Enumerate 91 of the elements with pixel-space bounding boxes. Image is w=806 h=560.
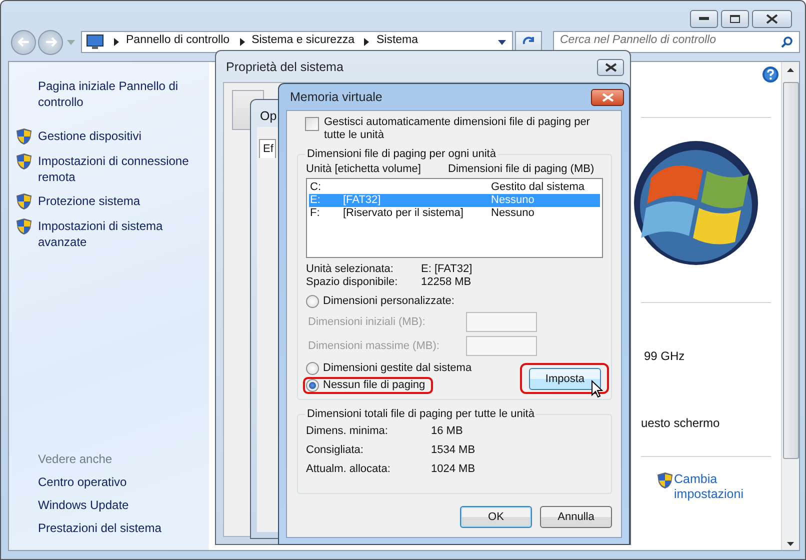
minimize-icon [699, 17, 709, 21]
back-button[interactable] [11, 30, 36, 54]
field-label: Dimensioni massime (MB): [308, 340, 440, 352]
maximize-icon [730, 15, 740, 23]
radio-button[interactable] [306, 379, 319, 392]
column-header: Dimensioni file di paging (MB) [448, 163, 594, 176]
volume-label: [Riservato per il sistema] [343, 207, 464, 219]
sidebar-link[interactable]: Gestione dispositivi [38, 128, 198, 144]
paging-size: Gestito dal sistema [491, 181, 585, 194]
shield-icon [16, 153, 32, 170]
search-field[interactable]: Cerca nel Pannello di controllo [553, 31, 800, 53]
list-row[interactable]: F: [Riservato per il sistema] Nessuno [309, 207, 600, 220]
sidebar-link[interactable]: Prestazioni del sistema [38, 520, 209, 536]
drive-letter: F: [309, 207, 321, 220]
drive-letter: E: [309, 194, 322, 207]
flag-logo-icon [631, 138, 761, 268]
chevron-icon[interactable] [364, 38, 370, 46]
arrow-left-icon [18, 37, 30, 47]
checkbox[interactable] [305, 117, 319, 131]
radio-label[interactable]: Nessun file di paging [323, 379, 426, 392]
mouse-pointer-icon [591, 380, 603, 398]
arrow-right-icon [44, 37, 56, 47]
total-label: Dimens. minima: [306, 425, 389, 438]
radio-label[interactable]: Dimensioni gestite dal sistema [323, 362, 472, 375]
section-heading: Vedere anche [38, 451, 114, 467]
breadcrumb-item[interactable]: Sistema [376, 34, 418, 46]
sidebar-link[interactable]: Impostazioni di sistema avanzate [38, 218, 198, 250]
radio-button[interactable] [306, 362, 319, 375]
total-label: Consigliata: [306, 444, 364, 457]
group-title: Dimensioni file di paging per ogni unità [305, 147, 498, 162]
info-label: Unità selezionata: [306, 263, 394, 276]
tab[interactable]: Ef [259, 139, 276, 158]
close-icon [602, 92, 614, 102]
scrollbar-thumb[interactable] [782, 82, 798, 459]
shield-icon [16, 128, 32, 145]
shield-icon [16, 193, 32, 210]
sidebar-link[interactable]: Protezione sistema [38, 193, 198, 209]
chevron-icon[interactable] [114, 38, 119, 46]
total-label: Attualm. allocata: [306, 463, 392, 476]
paging-size: Nessuno [491, 194, 534, 207]
set-button[interactable]: Imposta [529, 368, 601, 390]
close-icon [766, 14, 778, 24]
scroll-up-icon[interactable] [787, 68, 794, 72]
total-value: 16 MB [431, 425, 464, 438]
column-header: Unità [etichetta volume] [306, 163, 422, 176]
help-icon[interactable] [762, 66, 779, 83]
checkbox-label[interactable]: Gestisci automaticamente dimensioni file di paging per tutte le unità [324, 116, 599, 142]
maximize-button[interactable] [721, 10, 749, 28]
field-label: Dimensioni iniziali (MB): [308, 316, 426, 328]
list-row[interactable]: C: Gestito dal sistema [309, 181, 600, 194]
dialog-title: Memoria virtuale [290, 90, 382, 104]
scroll-down-icon[interactable] [787, 542, 794, 546]
computer-icon [86, 34, 104, 50]
breadcrumb-item[interactable]: Sistema e sicurezza [252, 34, 354, 46]
radio-button[interactable] [306, 295, 319, 308]
group-title: Dimensioni totali file di paging per tutte le unità [305, 407, 536, 422]
sidebar-link[interactable]: Windows Update [38, 497, 209, 513]
info-value: 12258 MB [421, 276, 472, 289]
address-bar[interactable]: Pannello di controllo Sistema e sicurezza Sistema [81, 31, 513, 53]
close-icon [604, 62, 616, 72]
info-value: E: [FAT32] [421, 263, 474, 276]
cancel-button[interactable]: Annulla [540, 506, 612, 528]
total-value: 1534 MB [431, 444, 476, 457]
chevron-icon[interactable] [240, 38, 245, 46]
paging-size: Nessuno [491, 207, 534, 220]
sidebar-link[interactable]: Impostazioni di connessione remota [38, 153, 198, 185]
info-text: 99 GHz [644, 348, 685, 364]
shield-icon [657, 472, 673, 489]
forward-button[interactable] [38, 30, 63, 54]
sidebar-link[interactable]: Pagina iniziale Pannello di controllo [38, 78, 188, 110]
close-button[interactable] [597, 58, 624, 76]
drive-letter: C: [309, 181, 322, 194]
close-button[interactable] [752, 10, 792, 28]
search-icon[interactable] [781, 36, 793, 48]
ok-button[interactable]: OK [460, 506, 532, 528]
volume-label: [FAT32] [343, 194, 381, 206]
scrollbar[interactable] [781, 62, 799, 550]
dialog-title: Proprietà del sistema [226, 60, 344, 74]
change-settings-link[interactable]: Cambia impostazioni [674, 472, 774, 502]
close-button[interactable] [591, 88, 624, 106]
sidebar-link[interactable]: Centro operativo [38, 474, 209, 490]
info-text: uesto schermo [641, 415, 720, 431]
drive-list[interactable]: C: Gestito dal sistema E: [FAT32] Nessuno F: [Riservato per il sistema] Nessuno [306, 178, 603, 258]
dropdown-arrow-icon[interactable] [498, 40, 506, 44]
dialog-title: Op [260, 109, 277, 123]
breadcrumb-item[interactable]: Pannello di controllo [126, 34, 230, 46]
info-label: Spazio disponibile: [306, 276, 399, 289]
minimize-button[interactable] [690, 10, 718, 28]
shield-icon [16, 218, 32, 235]
total-value: 1024 MB [431, 463, 476, 476]
radio-label[interactable]: Dimensioni personalizzate: [323, 295, 454, 308]
